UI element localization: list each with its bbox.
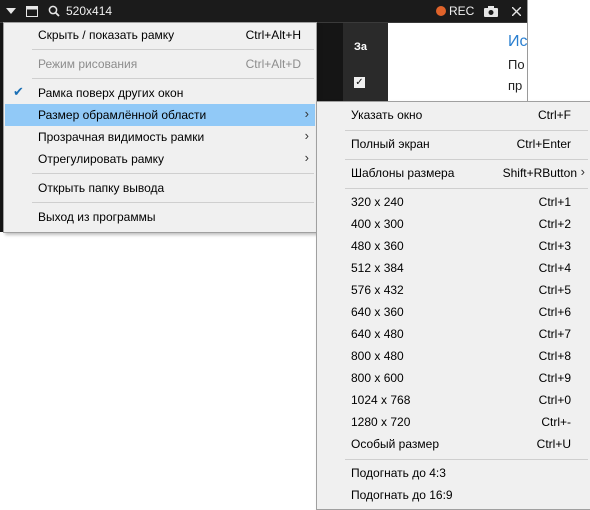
- menu-item-shortcut: Ctrl+F: [538, 108, 571, 122]
- capture-toolbar: 520x414 REC: [0, 0, 527, 23]
- menu-item-shortcut: Ctrl+7: [538, 327, 571, 341]
- menu-item-label: 400 x 300: [351, 217, 404, 231]
- background-checkbox: ✓: [354, 77, 365, 88]
- menu-item-shortcut: Ctrl+6: [538, 305, 571, 319]
- menu-separator: [32, 202, 314, 203]
- camera-icon[interactable]: [483, 0, 499, 22]
- chevron-right-icon: ›: [580, 164, 585, 179]
- menu-item-drawing-mode: Режим рисования Ctrl+Alt+D: [5, 53, 315, 75]
- menu-dropdown-icon[interactable]: [3, 0, 19, 22]
- menu-item-frame-transparency[interactable]: Прозрачная видимость рамки ›: [5, 126, 315, 148]
- menu-item-size-640x360[interactable]: 640 x 360 Ctrl+6: [318, 301, 590, 323]
- menu-item-open-output-folder[interactable]: Открыть папку вывода: [5, 177, 315, 199]
- menu-item-label: Полный экран: [351, 137, 430, 151]
- menu-item-shortcut: Ctrl+3: [538, 239, 571, 253]
- menu-item-label: Скрыть / показать рамку: [38, 28, 175, 42]
- menu-item-size-templates[interactable]: Шаблоны размера Shift+RButton ›: [318, 162, 590, 184]
- close-icon[interactable]: [508, 0, 524, 22]
- menu-item-shortcut: Ctrl+Alt+H: [245, 28, 301, 42]
- zoom-icon[interactable]: [46, 0, 62, 22]
- menu-item-select-window[interactable]: Указать окно Ctrl+F: [318, 104, 590, 126]
- menu-item-custom-size[interactable]: Особый размер Ctrl+U: [318, 433, 590, 455]
- menu-item-label: Подогнать до 16:9: [351, 488, 453, 502]
- menu-item-size-400x300[interactable]: 400 x 300 Ctrl+2: [318, 213, 590, 235]
- record-button[interactable]: REC: [436, 0, 476, 22]
- menu-item-shortcut: Ctrl+1: [538, 195, 571, 209]
- menu-item-size-480x360[interactable]: 480 x 360 Ctrl+3: [318, 235, 590, 257]
- menu-item-size-320x240[interactable]: 320 x 240 Ctrl+1: [318, 191, 590, 213]
- menu-item-size-640x480[interactable]: 640 x 480 Ctrl+7: [318, 323, 590, 345]
- checkmark-icon: ✔: [13, 84, 24, 99]
- menu-separator: [32, 173, 314, 174]
- menu-item-shortcut: Shift+RButton: [502, 166, 577, 180]
- menu-item-label: Прозрачная видимость рамки: [38, 130, 205, 144]
- menu-item-shortcut: Ctrl+8: [538, 349, 571, 363]
- background-link-heading: Ис: [508, 33, 528, 50]
- menu-item-size-576x432[interactable]: 576 x 432 Ctrl+5: [318, 279, 590, 301]
- menu-item-label: 640 x 480: [351, 327, 404, 341]
- menu-item-label: Выход из программы: [38, 210, 156, 224]
- menu-item-shortcut: Ctrl+U: [536, 437, 571, 451]
- menu-item-shortcut: Ctrl+0: [538, 393, 571, 407]
- menu-item-shortcut: Ctrl+Alt+D: [245, 57, 301, 71]
- menu-item-label: 640 x 360: [351, 305, 404, 319]
- menu-item-size-800x480[interactable]: 800 x 480 Ctrl+8: [318, 345, 590, 367]
- menu-separator: [345, 188, 588, 189]
- menu-separator: [345, 130, 588, 131]
- main-context-menu: Скрыть / показать рамку Ctrl+Alt+H Режим…: [3, 22, 317, 233]
- menu-item-label: 1280 x 720: [351, 415, 411, 429]
- frame-size-submenu: Указать окно Ctrl+F Полный экран Ctrl+En…: [316, 101, 590, 510]
- menu-separator: [32, 78, 314, 79]
- menu-item-label: 800 x 600: [351, 371, 404, 385]
- menu-item-label: Открыть папку вывода: [38, 181, 165, 195]
- menu-item-label: Указать окно: [351, 108, 423, 122]
- menu-item-label: 576 x 432: [351, 283, 404, 297]
- record-label: REC: [449, 4, 475, 18]
- menu-item-adjust-frame[interactable]: Отрегулировать рамку ›: [5, 148, 315, 170]
- chevron-right-icon: ›: [304, 106, 309, 121]
- background-text-line-2: пр: [508, 78, 523, 93]
- menu-item-label: Особый размер: [351, 437, 439, 451]
- menu-item-label: Размер обрамлённой области: [38, 108, 207, 122]
- menu-item-toggle-frame[interactable]: Скрыть / показать рамку Ctrl+Alt+H: [5, 24, 315, 46]
- menu-item-exit[interactable]: Выход из программы: [5, 206, 315, 228]
- frame-size-readout: 520x414: [66, 4, 113, 18]
- menu-item-frame-on-top[interactable]: ✔ Рамка поверх других окон: [5, 82, 315, 104]
- menu-item-label: 512 x 384: [351, 261, 404, 275]
- chevron-right-icon: ›: [304, 128, 309, 143]
- background-text-line-1: По: [508, 57, 525, 72]
- menu-item-label: 320 x 240: [351, 195, 404, 209]
- menu-item-label: Подогнать до 4:3: [351, 466, 446, 480]
- frame-toggle-icon[interactable]: [24, 0, 40, 22]
- menu-item-fit-16-9[interactable]: Подогнать до 16:9: [318, 484, 590, 506]
- menu-item-size-1280x720[interactable]: 1280 x 720 Ctrl+-: [318, 411, 590, 433]
- menu-item-label: Режим рисования: [38, 57, 138, 71]
- record-dot-icon: [436, 6, 446, 16]
- menu-item-label: 480 x 360: [351, 239, 404, 253]
- menu-item-label: Рамка поверх других окон: [38, 86, 184, 100]
- chevron-right-icon: ›: [304, 150, 309, 165]
- menu-item-shortcut: Ctrl+5: [538, 283, 571, 297]
- background-heading: За: [354, 41, 368, 53]
- menu-separator: [345, 159, 588, 160]
- menu-separator: [32, 49, 314, 50]
- menu-separator: [345, 459, 588, 460]
- menu-item-label: 800 x 480: [351, 349, 404, 363]
- menu-item-label: 1024 x 768: [351, 393, 411, 407]
- menu-item-shortcut: Ctrl+-: [541, 415, 571, 429]
- menu-item-shortcut: Ctrl+2: [538, 217, 571, 231]
- menu-item-shortcut: Ctrl+Enter: [516, 137, 571, 151]
- menu-item-label: Шаблоны размера: [351, 166, 455, 180]
- menu-item-shortcut: Ctrl+9: [538, 371, 571, 385]
- menu-item-frame-size[interactable]: Размер обрамлённой области ›: [5, 104, 315, 126]
- menu-item-size-512x384[interactable]: 512 x 384 Ctrl+4: [318, 257, 590, 279]
- menu-item-fit-4-3[interactable]: Подогнать до 4:3: [318, 462, 590, 484]
- menu-item-full-screen[interactable]: Полный экран Ctrl+Enter: [318, 133, 590, 155]
- menu-item-size-800x600[interactable]: 800 x 600 Ctrl+9: [318, 367, 590, 389]
- menu-item-size-1024x768[interactable]: 1024 x 768 Ctrl+0: [318, 389, 590, 411]
- menu-item-label: Отрегулировать рамку: [38, 152, 165, 166]
- menu-item-shortcut: Ctrl+4: [538, 261, 571, 275]
